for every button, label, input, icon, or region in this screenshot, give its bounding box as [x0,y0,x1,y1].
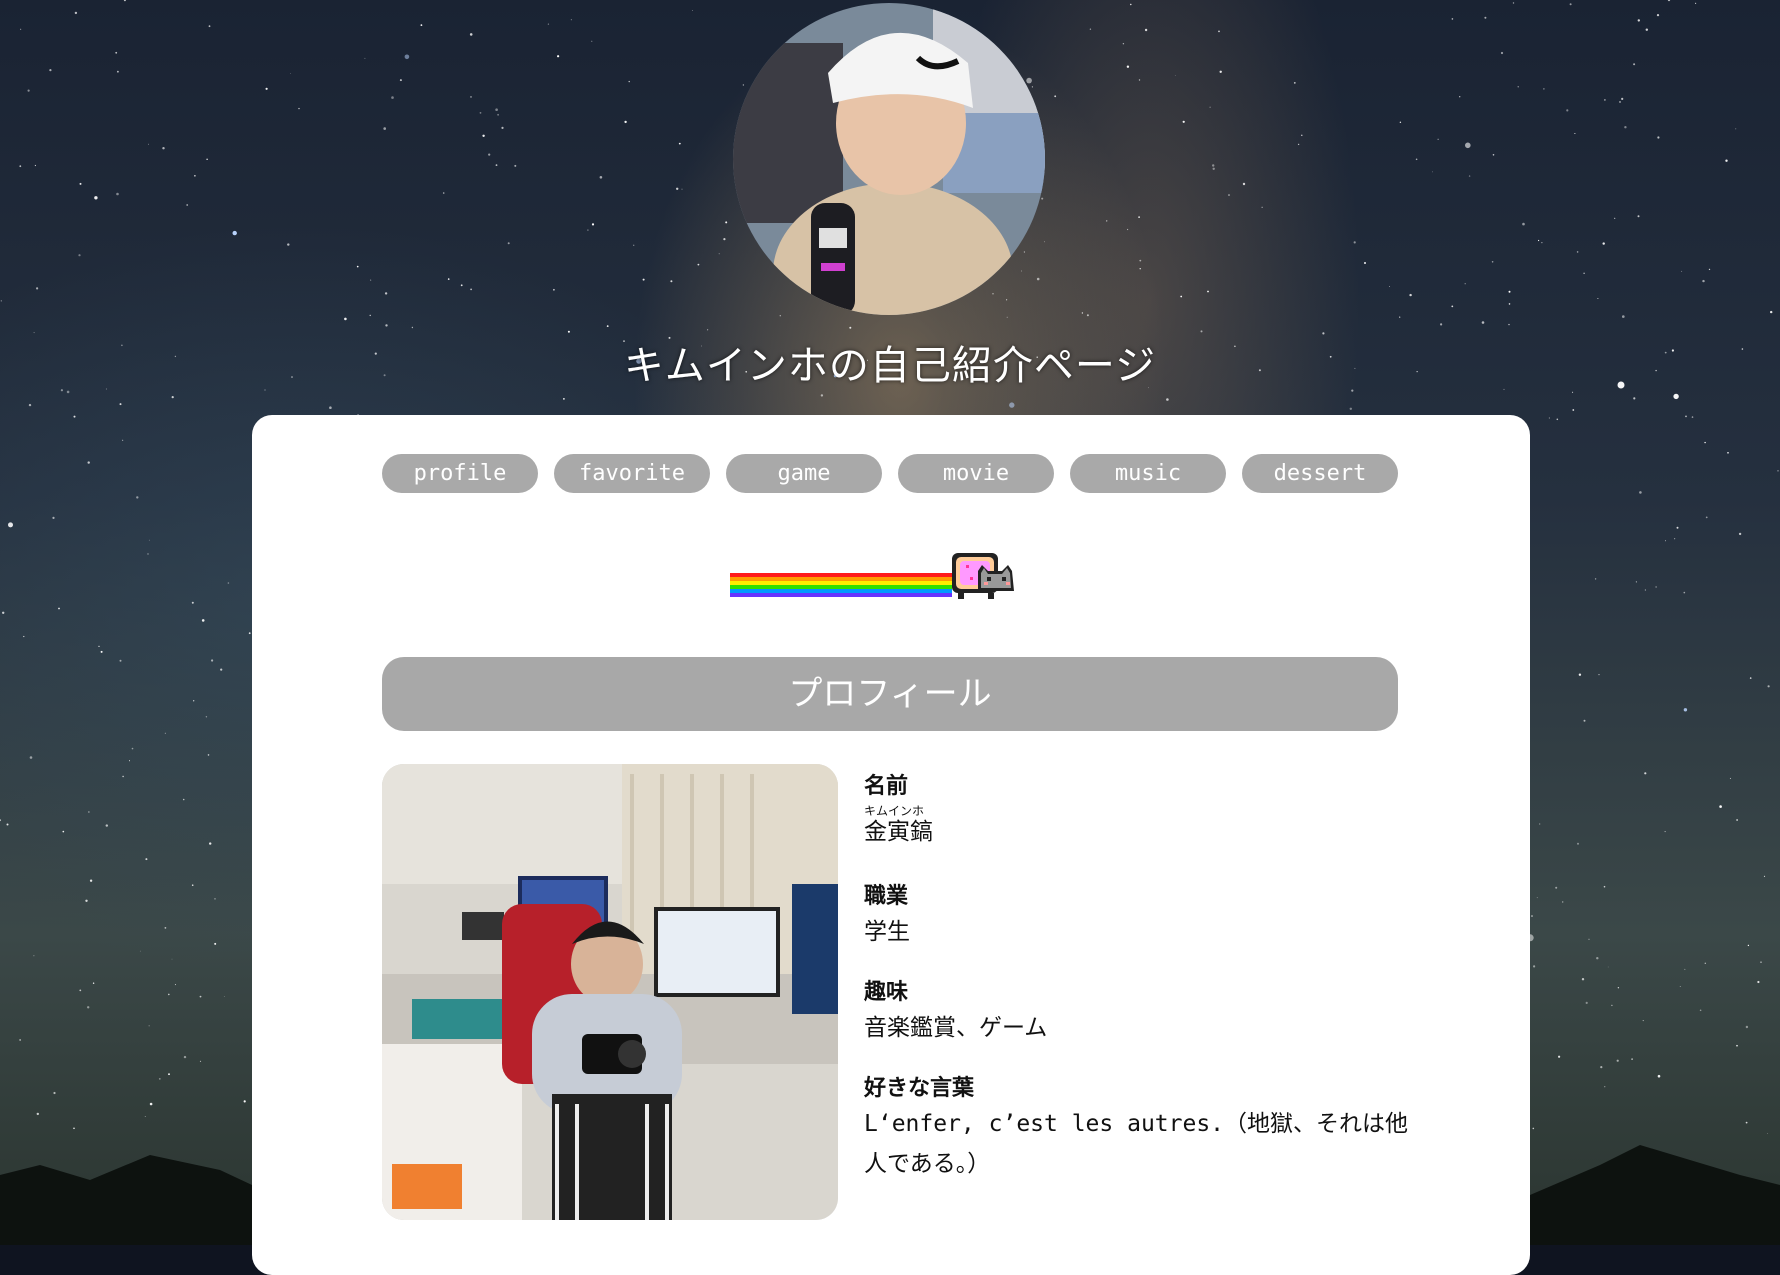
avatar [733,3,1045,315]
nav-bar: profile favorite game movie music desser… [382,454,1398,493]
field-occupation: 職業 学生 [864,882,1424,952]
profile-photo-icon [382,764,838,1220]
field-value-name: 金寅鎬 [864,819,933,845]
nav-button-game[interactable]: game [726,454,882,493]
name-ruby: キムインホ [864,804,925,818]
section-header-profile: プロフィール [382,657,1398,731]
nav-button-profile[interactable]: profile [382,454,538,493]
field-value-favorite-quote: L‘enfer, c’est les autres.（地獄、それは他人である。） [864,1111,1409,1177]
field-value-hobby: 音楽鑑賞、ゲーム [864,1015,1048,1041]
field-label-occupation: 職業 [864,884,909,909]
field-name: 名前 キムインホ 金寅鎬 [864,772,1424,846]
field-hobby: 趣味 音楽鑑賞、ゲーム [864,978,1424,1048]
field-label-hobby: 趣味 [864,980,909,1005]
nav-button-music[interactable]: music [1070,454,1226,493]
field-value-occupation: 学生 [864,919,910,945]
nyan-cat-rainbow-icon [730,553,1014,599]
nav-button-favorite[interactable]: favorite [554,454,710,493]
nav-button-movie[interactable]: movie [898,454,1054,493]
avatar-photo-icon [733,3,1045,315]
profile-info: 名前 キムインホ 金寅鎬 職業 学生 趣味 音楽鑑賞、ゲーム 好きな言葉 L‘e… [864,772,1424,1210]
profile-photo [382,764,838,1220]
nav-button-dessert[interactable]: dessert [1242,454,1398,493]
page-title: キムインホの自己紹介ページ [623,343,1157,389]
field-label-favorite-quote: 好きな言葉 [864,1076,975,1101]
field-favorite-quote: 好きな言葉 L‘enfer, c’est les autres.（地獄、それは他… [864,1074,1424,1184]
field-label-name: 名前 [864,774,909,799]
content-card: profile favorite game movie music desser… [252,415,1530,1275]
